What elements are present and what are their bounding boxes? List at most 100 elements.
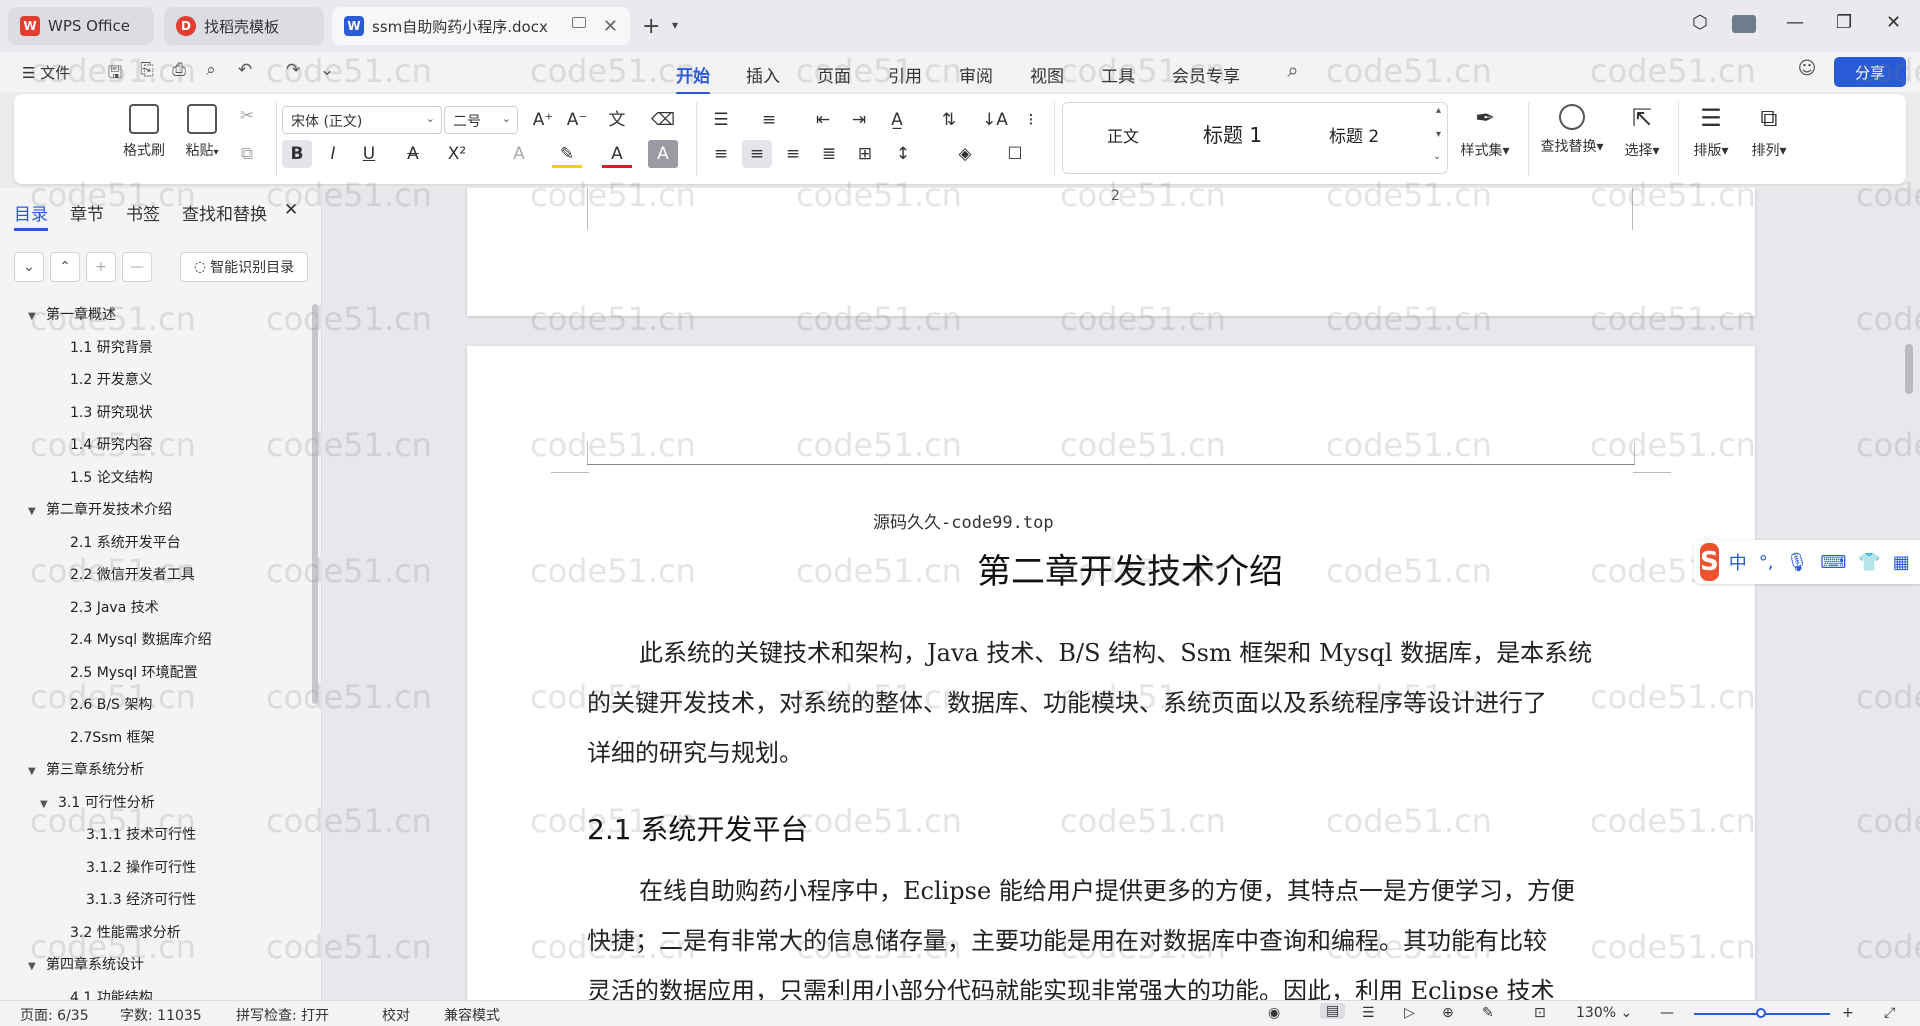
distribute-icon[interactable]: ⊞ [850, 140, 880, 168]
tab-find-replace[interactable]: 查找和替换 [182, 200, 267, 225]
toc-item[interactable]: 2.3 Java 技术 [70, 597, 159, 617]
highlight-icon[interactable]: ✎ [552, 140, 582, 168]
tab-home[interactable]: 开始 [674, 58, 712, 95]
arrange-button[interactable]: ⧉ 排列▾ [1744, 104, 1794, 160]
fit-page-icon[interactable]: ⊡ [1534, 1005, 1546, 1021]
underline-button[interactable]: U [354, 140, 384, 168]
page-indicator[interactable]: 页面: 6/35 [20, 1005, 89, 1025]
avatar[interactable] [1732, 15, 1756, 33]
proofread-button[interactable]: 校对 [382, 1005, 410, 1025]
toc-item[interactable]: ▼ 3.1 可行性分析 [40, 792, 155, 812]
expand-arrow-icon[interactable]: ▼ [40, 799, 54, 810]
format-painter-button[interactable]: 格式刷 [118, 104, 170, 160]
style-normal[interactable]: 正文 [1107, 123, 1139, 147]
spell-check-status[interactable]: 拼写检查: 打开 [236, 1005, 329, 1025]
tab-review[interactable]: 审阅 [957, 58, 995, 91]
layout-button[interactable]: ☰ 排版▾ [1686, 104, 1736, 160]
tab-tools[interactable]: 工具 [1099, 58, 1137, 91]
chat-icon[interactable]: ☺ [1796, 58, 1818, 80]
toc-item[interactable]: ▼ 第一章概述 [28, 304, 116, 324]
toc-item[interactable]: 1.1 研究背景 [70, 337, 153, 357]
redo-icon[interactable]: ↷ [282, 60, 304, 82]
toc-item[interactable]: 2.1 系统开发平台 [70, 532, 181, 552]
minimize-icon[interactable]: — [1786, 12, 1804, 33]
char-shading-icon[interactable]: A [648, 140, 678, 168]
bold-button[interactable]: B [282, 140, 312, 168]
cube-icon[interactable]: ⬡ [1692, 12, 1708, 33]
tab-docer[interactable]: D 找稻壳模板 [164, 7, 324, 45]
smart-toc-button[interactable]: ◌ 智能识别目录 [180, 252, 308, 282]
toc-item[interactable]: 2.5 Mysql 环境配置 [70, 662, 198, 682]
toc-item[interactable]: 3.1.1 技术可行性 [86, 824, 196, 844]
toc-item[interactable]: 2.6 B/S 架构 [70, 694, 152, 714]
toc-item[interactable]: 1.4 研究内容 [70, 434, 153, 454]
close-window-icon[interactable]: ✕ [1886, 12, 1901, 33]
outline-view-icon[interactable]: ☰ [1362, 1005, 1375, 1021]
new-tab-icon[interactable]: + [642, 14, 660, 39]
select-button[interactable]: ⇱ 选择▾ [1616, 104, 1668, 160]
superscript-button[interactable]: X² [442, 140, 472, 168]
chevron-down-icon[interactable]: ▾ [672, 18, 678, 32]
tab-references[interactable]: 引用 [886, 58, 924, 91]
print-preview-icon[interactable]: ⌕ [200, 60, 222, 82]
scrollbar[interactable] [312, 304, 318, 704]
decrease-indent-icon[interactable]: ⇤ [808, 106, 838, 134]
strikethrough-button[interactable]: A [398, 140, 428, 168]
save-icon[interactable]: 🖫 [104, 60, 126, 83]
remove-icon[interactable]: — [122, 252, 152, 282]
toc-item[interactable]: 2.4 Mysql 数据库介绍 [70, 629, 212, 649]
print-icon[interactable]: ⎙ [168, 60, 190, 82]
font-name-select[interactable]: 宋体 (正文) ⌄ [282, 106, 442, 134]
microphone-icon[interactable]: 🎙 [1785, 552, 1808, 573]
shading-icon[interactable]: ◈ [950, 140, 980, 168]
bullets-icon[interactable]: ☰ [706, 106, 736, 134]
ime-lang[interactable]: 中 [1729, 549, 1747, 575]
toc-item[interactable]: ▼ 第四章系统设计 [28, 954, 144, 974]
zoom-out-icon[interactable]: — [1660, 1005, 1674, 1021]
add-icon[interactable]: + [86, 252, 116, 282]
punctuation-icon[interactable]: °, [1759, 552, 1774, 573]
ime-toolbar[interactable]: S 中 °, 🎙 ⌨ 👕 ▦ [1694, 540, 1920, 584]
document-scrollbar[interactable] [1905, 344, 1913, 394]
toc-item[interactable]: 1.3 研究现状 [70, 402, 153, 422]
play-icon[interactable]: ▷ [1404, 1005, 1415, 1021]
toc-item[interactable]: 3.1.2 操作可行性 [86, 857, 196, 877]
tab-view[interactable]: 视图 [1028, 58, 1066, 91]
toc-item[interactable]: ▼ 第二章开发技术介绍 [28, 499, 172, 519]
chevron-up-icon[interactable]: ⌃ [50, 252, 80, 282]
grid-icon[interactable]: ▦ [1893, 552, 1910, 573]
tab-page[interactable]: 页面 [815, 58, 853, 91]
increase-indent-icon[interactable]: ⇥ [844, 106, 874, 134]
shrink-font-icon[interactable]: A⁻ [562, 106, 592, 134]
text-effect-icon[interactable]: A [504, 140, 534, 168]
page-view-icon[interactable]: ▤ [1320, 1003, 1346, 1019]
close-pane-icon[interactable]: ✕ [284, 200, 298, 220]
undo-icon[interactable]: ↶ [234, 60, 256, 82]
style-heading-2[interactable]: 标题 2 [1329, 122, 1379, 147]
chevron-down-icon[interactable]: ⌄ [14, 252, 44, 282]
chevron-down-icon[interactable]: ⌄ [316, 60, 338, 82]
cut-icon[interactable]: ✂ [232, 102, 262, 130]
skin-icon[interactable]: 👕 [1858, 552, 1880, 573]
pen-icon[interactable]: ✎ [1482, 1005, 1494, 1021]
expand-arrow-icon[interactable]: ▼ [28, 311, 42, 322]
expand-arrow-icon[interactable]: ▼ [28, 961, 42, 972]
expand-arrow-icon[interactable]: ▼ [28, 766, 42, 777]
copy-icon[interactable]: ⧉ [232, 140, 262, 168]
phonetic-icon[interactable]: 文 [602, 106, 632, 134]
toc-item[interactable]: 4.1 功能结构 [70, 987, 153, 1001]
font-color-icon[interactable]: A [602, 140, 632, 168]
toc-item[interactable]: 3.1.3 经济可行性 [86, 889, 196, 909]
tab-chapters[interactable]: 章节 [70, 200, 104, 225]
align-right-icon[interactable]: ≡ [778, 140, 808, 168]
word-count[interactable]: 字数: 11035 [120, 1005, 202, 1025]
tab-wps-office[interactable]: W WPS Office [8, 7, 154, 45]
screen-icon[interactable] [572, 17, 586, 28]
toc-item[interactable]: 1.5 论文结构 [70, 467, 153, 487]
tab-toc[interactable]: 目录 [14, 200, 48, 231]
scroll-up-icon[interactable]: ▴ [1436, 105, 1441, 116]
zoom-level[interactable]: 130% ⌄ [1576, 1005, 1632, 1021]
toc-item[interactable]: 2.7Ssm 框架 [70, 727, 155, 747]
align-center-icon[interactable]: ≡ [742, 140, 772, 168]
toc-item[interactable]: ▼ 第三章系统分析 [28, 759, 144, 779]
